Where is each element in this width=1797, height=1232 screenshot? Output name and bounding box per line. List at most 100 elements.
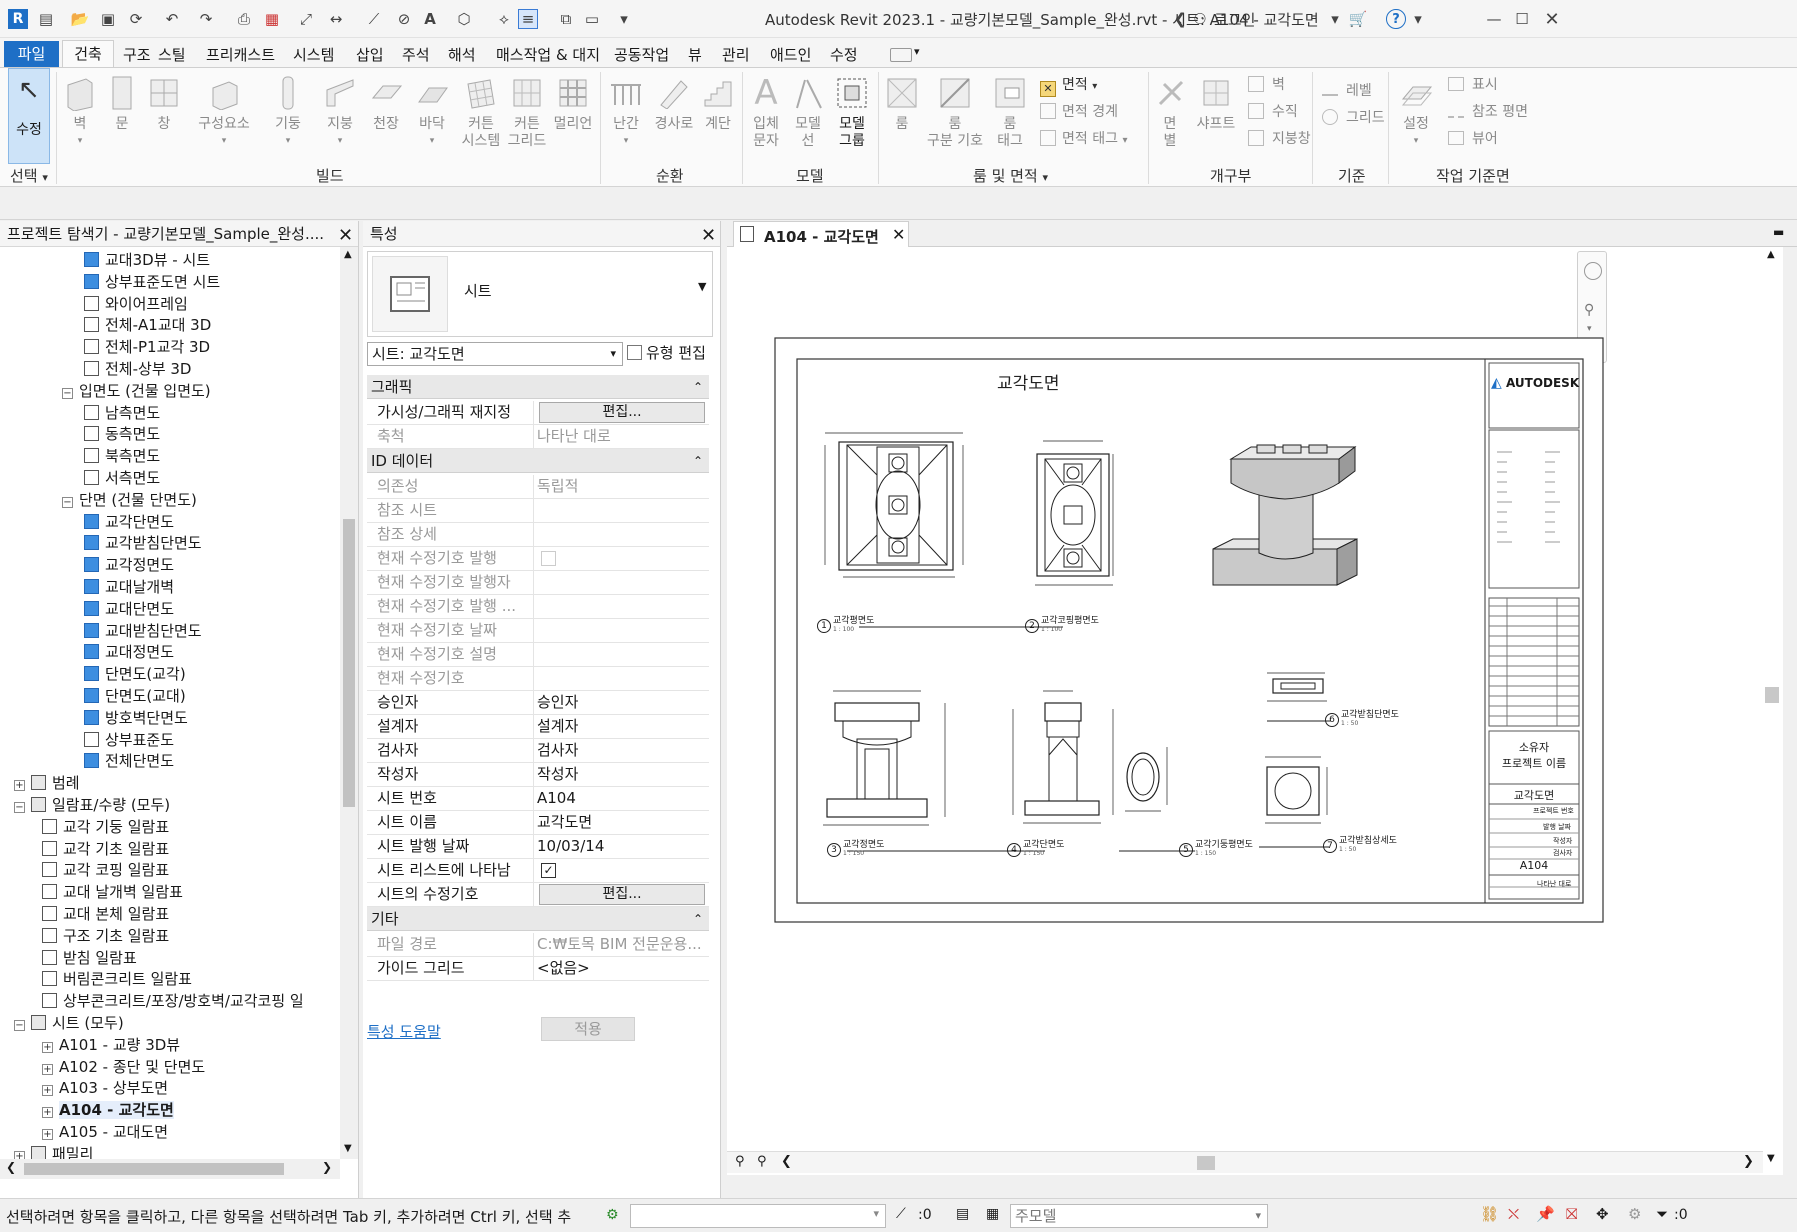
set-workplane-button[interactable]: 설정 ▾ [1394,74,1438,150]
collapse-icon[interactable]: − [62,387,73,399]
browser-item[interactable]: + A103 - 상부도면 [42,1077,168,1099]
property-row[interactable]: 검사자 검사자 [367,739,709,763]
tab-menu-icon[interactable]: ▬ [1773,225,1784,239]
measure-icon[interactable]: ⤢ [296,9,316,29]
scroll-down-icon[interactable]: ▼ [344,1143,352,1154]
component-button[interactable]: 구성요소 ▾ [194,74,254,150]
property-row[interactable]: 축척 나타난 대로 [367,425,709,449]
hscroll-thumb[interactable] [24,1163,284,1175]
property-value[interactable]: 작성자 [537,763,578,786]
print-icon[interactable]: ⎙ [234,9,254,29]
property-row[interactable]: 시트 이름 교각도면 [367,811,709,835]
browser-item[interactable]: 교대3D뷰 - 시트 [84,249,210,271]
property-row[interactable]: 시트 리스트에 나타남 ✓ [367,859,709,883]
browser-item[interactable]: 교대정면도 [84,641,174,663]
property-row[interactable]: 설계자 설계자 [367,715,709,739]
browser-item[interactable]: 북측면도 [84,445,160,467]
browser-item[interactable]: + 범례 [14,772,80,794]
browser-item[interactable]: − 입면도 (건물 입면도) [62,380,211,402]
type-dropdown-icon[interactable]: ▼ [698,280,706,293]
background-process-icon[interactable]: ⚙ [1628,1205,1641,1223]
minimize-icon[interactable]: — [1484,9,1504,29]
pdf-icon[interactable]: ▦ [262,9,282,29]
property-row[interactable]: 파일 경로 C:₩토목 BIM 전문운용... [367,933,709,957]
properties-help-link[interactable]: 특성 도움말 [367,1021,441,1042]
door-button[interactable]: 문 [102,74,142,133]
browser-item[interactable]: 방호벽단면도 [84,707,188,729]
mullion-button[interactable]: 멀리언 [548,74,598,133]
view-tab[interactable]: A104 - 교각도면 ✕ [733,221,909,248]
edit-button[interactable]: 편집... [539,402,705,423]
browser-item[interactable]: 서측면도 [84,467,160,489]
property-value[interactable]: C:₩토목 BIM 전문운용... [537,933,702,956]
filter-icon[interactable]: ⏷ [1656,1205,1668,1223]
curtain-system-button[interactable]: 커튼 시스템 [456,74,506,150]
pin-icon[interactable]: ⚲ [757,1154,767,1169]
browser-item[interactable]: 상부표준도 [84,729,174,751]
browser-item[interactable]: + A105 - 교대도면 [42,1121,168,1143]
property-checkbox[interactable] [541,551,556,566]
stair-button[interactable]: 계단 [698,74,738,133]
property-checkbox[interactable]: ✓ [541,863,556,878]
browser-scrollbar[interactable]: ▲ ▼ [340,247,358,1159]
text-icon[interactable]: A [420,9,440,29]
select-by-face-icon[interactable]: ⛝ [1566,1205,1577,1223]
view-hscrollbar[interactable]: ⚲ ⚲ ❮ ❯ [727,1151,1763,1173]
property-row[interactable]: 시트 발행 날짜 10/03/14 [367,835,709,859]
property-value[interactable]: 나타난 대로 [537,425,611,448]
select-dropdown[interactable]: 선택 ▾ [10,165,48,186]
expand-icon[interactable]: + [42,1129,53,1140]
property-row[interactable]: 시트의 수정기호 편집... [367,883,709,907]
browser-item[interactable]: 동측면도 [84,423,160,445]
shaft-button[interactable]: 샤프트 [1190,74,1242,133]
property-row[interactable]: 작성자 작성자 [367,763,709,787]
browser-item[interactable]: 전체-상부 3D [84,358,191,380]
browser-item[interactable]: 교각 기초 일람표 [42,838,169,860]
wall-button[interactable]: 벽 ▾ [60,74,100,150]
property-value[interactable]: 검사자 [537,739,578,762]
view-hscroll-thumb[interactable] [1197,1156,1215,1170]
browser-item[interactable]: − 일람표/수량 (모두) [14,794,170,816]
expand-icon[interactable]: + [42,1063,53,1075]
property-row[interactable]: 참조 상세 [367,523,709,547]
property-row[interactable]: 승인자 승인자 [367,691,709,715]
sync-icon[interactable]: ⟳ [126,9,146,29]
collapse-icon[interactable]: ⌃ [693,907,703,931]
browser-item[interactable]: 교각단면도 [84,511,174,533]
browser-item[interactable]: 교각 코핑 일람표 [42,859,169,881]
edit-button[interactable]: 편집... [539,884,705,905]
design-option-select[interactable]: 주모델 ▾ [1010,1204,1268,1228]
browser-item[interactable]: 단면도(교대) [84,685,186,707]
ramp-button[interactable]: 경사로 [650,74,698,133]
browser-item[interactable]: − 시트 (모두) [14,1012,124,1034]
edit-type-button[interactable]: 유형 편집 [627,342,713,366]
cart-icon[interactable]: 🛒 [1348,9,1368,29]
level-button[interactable]: 레벨 [1322,80,1372,100]
property-value[interactable]: <없음> [537,957,590,980]
property-group-graphics[interactable]: 그래픽 ⌃ [367,375,709,399]
vertical-opening-button[interactable]: 수직 [1248,101,1298,121]
close-window-icon[interactable]: ✕ [1542,9,1562,30]
open-icon[interactable]: 📂 [70,9,90,29]
roof-button[interactable]: 지붕 ▾ [318,74,362,150]
viewer-button[interactable]: 뷰어 [1448,128,1498,148]
tab-systems[interactable]: 시스템 [293,44,334,65]
help-dropdown-icon[interactable]: ▾ [1408,9,1428,29]
type-selector[interactable]: 시트 ▼ [367,251,713,337]
tab-structure[interactable]: 구조 [123,44,151,65]
browser-item[interactable]: 교각받침단면도 [84,532,202,554]
revit-logo-icon[interactable]: R [8,9,28,29]
room-button[interactable]: 룸 [882,74,922,133]
window-button[interactable]: 창 [144,74,184,133]
tab-collaborate[interactable]: 공동작업 [614,44,669,65]
browser-item[interactable]: 상부표준도면 시트 [84,271,220,293]
tab-precast[interactable]: 프리캐스트 [206,44,275,65]
browser-item[interactable]: 버림콘크리트 일람표 [42,968,192,990]
property-row[interactable]: 현재 수정기호 발행 [367,547,709,571]
property-row[interactable]: 의존성 독립적 [367,475,709,499]
tab-view[interactable]: 뷰 [688,44,702,65]
property-row[interactable]: 현재 수정기호 발행 ... [367,595,709,619]
browser-item[interactable]: 구조 기초 일람표 [42,925,169,947]
curtain-grid-button[interactable]: 커튼 그리드 [504,74,550,150]
help-icon[interactable]: ? [1386,9,1406,29]
